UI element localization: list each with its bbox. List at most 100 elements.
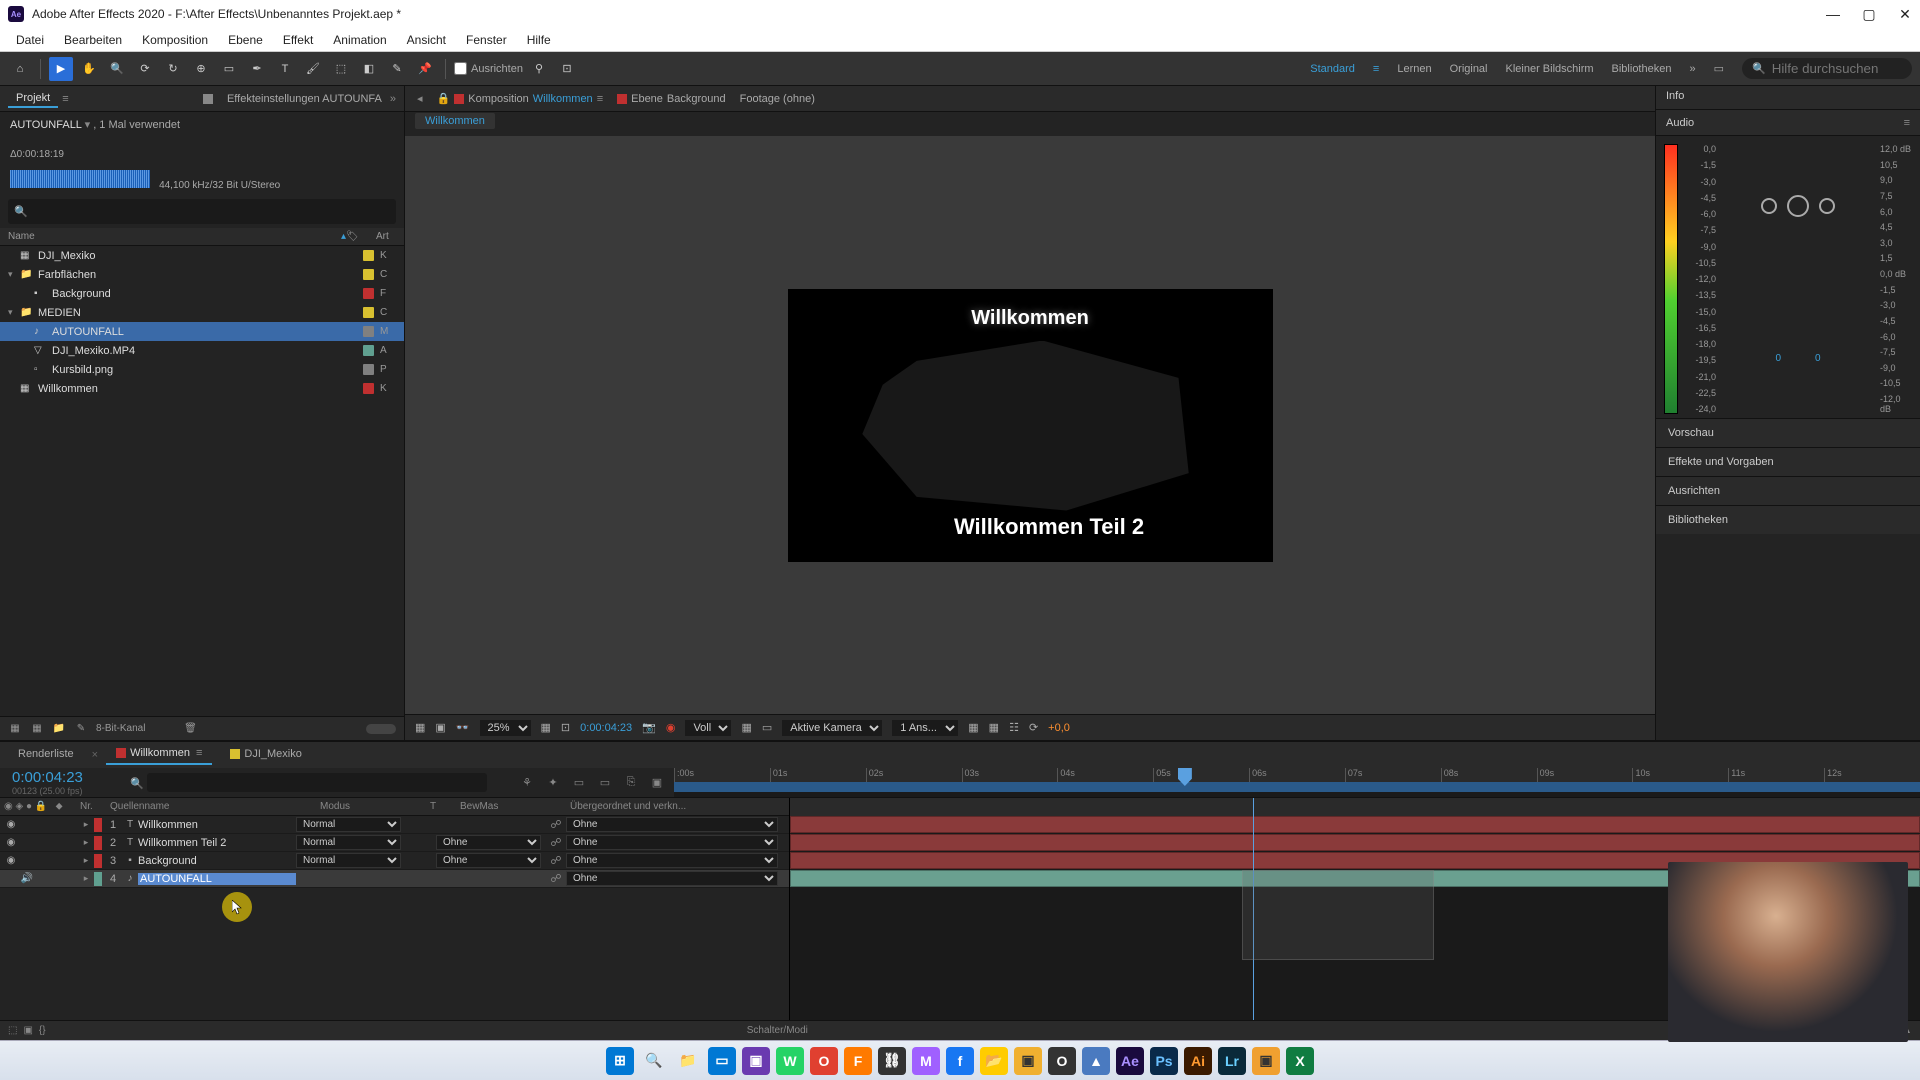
snapshot-icon[interactable]: 📷 bbox=[642, 721, 656, 734]
orbit-tool[interactable]: ⟳ bbox=[133, 57, 157, 81]
brush-tool[interactable]: 🖌 bbox=[301, 57, 325, 81]
panel-section[interactable]: Vorschau bbox=[1656, 418, 1920, 447]
taskbar-icon[interactable]: Ai bbox=[1184, 1047, 1212, 1075]
timeline-comp-tab-other[interactable]: DJI_Mexiko bbox=[220, 746, 311, 764]
workspace-original[interactable]: Original bbox=[1450, 63, 1488, 75]
ruler-tick[interactable]: 04s bbox=[1057, 768, 1153, 782]
menu-fenster[interactable]: Fenster bbox=[456, 31, 517, 49]
mask-icon[interactable]: ▣ bbox=[435, 721, 445, 734]
help-search-input[interactable] bbox=[1772, 61, 1902, 76]
ruler-tick[interactable]: 06s bbox=[1249, 768, 1345, 782]
maximize-button[interactable]: ▢ bbox=[1862, 7, 1876, 21]
col-name-header[interactable]: Name bbox=[8, 231, 341, 242]
audio-knob-right[interactable] bbox=[1819, 198, 1835, 214]
mode-dropdown[interactable]: Normal bbox=[296, 853, 401, 868]
layer-row[interactable]: ◉▸2TWillkommen Teil 2NormalOhne☍Ohne bbox=[0, 834, 789, 852]
tl-footer-icon-2[interactable]: ▣ bbox=[23, 1025, 32, 1036]
tl-icon-6[interactable]: ▣ bbox=[648, 774, 666, 792]
exposure-value[interactable]: +0,0 bbox=[1048, 722, 1070, 734]
parent-dropdown[interactable]: Ohne bbox=[566, 853, 778, 868]
asset-name-dropdown[interactable]: AUTOUNFALL bbox=[10, 119, 82, 131]
layer-row[interactable]: ◉▸3▪BackgroundNormalOhne☍Ohne bbox=[0, 852, 789, 870]
layer-bar[interactable] bbox=[790, 816, 1920, 833]
project-tab[interactable]: Projekt bbox=[8, 90, 58, 108]
menu-ebene[interactable]: Ebene bbox=[218, 31, 273, 49]
taskbar-icon[interactable]: O bbox=[1048, 1047, 1076, 1075]
hand-tool[interactable]: ✋ bbox=[77, 57, 101, 81]
workspace-active[interactable]: Standard bbox=[1310, 63, 1355, 75]
text-tool[interactable]: T bbox=[273, 57, 297, 81]
audio-panel-header[interactable]: Audio bbox=[1666, 117, 1694, 129]
project-item[interactable]: ▾📁FarbflächenC bbox=[0, 265, 404, 284]
menu-komposition[interactable]: Komposition bbox=[132, 31, 218, 49]
col-header-bewmas[interactable]: BewMas bbox=[460, 801, 570, 812]
ruler-tick[interactable]: 07s bbox=[1345, 768, 1441, 782]
workspace-small[interactable]: Kleiner Bildschirm bbox=[1506, 63, 1594, 75]
composition-viewer[interactable]: Willkommen Willkommen Teil 2 bbox=[405, 136, 1655, 714]
interpret-footage-icon[interactable]: ▦ bbox=[8, 722, 22, 736]
workspace-libs[interactable]: Bibliotheken bbox=[1612, 63, 1672, 75]
guides-icon[interactable]: ⊡ bbox=[561, 721, 570, 734]
pen-tool[interactable]: ✒ bbox=[245, 57, 269, 81]
ruler-tick[interactable]: 09s bbox=[1537, 768, 1633, 782]
taskbar-icon[interactable]: 📁 bbox=[674, 1047, 702, 1075]
mode-dropdown[interactable]: Normal bbox=[296, 817, 401, 832]
zoom-dropdown[interactable]: 25% bbox=[480, 720, 531, 736]
audio-knob-left[interactable] bbox=[1761, 198, 1777, 214]
taskbar-icon[interactable]: F bbox=[844, 1047, 872, 1075]
tl-footer-icon-1[interactable]: ⬚ bbox=[8, 1025, 17, 1036]
bit-depth[interactable]: 8-Bit-Kanal bbox=[96, 723, 145, 734]
col-header-nr[interactable]: Nr. bbox=[80, 801, 110, 812]
ruler-tick[interactable]: 11s bbox=[1728, 768, 1824, 782]
ruler-tick[interactable]: 08s bbox=[1441, 768, 1537, 782]
taskbar-icon[interactable]: ▣ bbox=[1014, 1047, 1042, 1075]
info-panel-header[interactable]: Info bbox=[1656, 86, 1920, 110]
taskbar-icon[interactable]: X bbox=[1286, 1047, 1314, 1075]
stamp-tool[interactable]: ⬚ bbox=[329, 57, 353, 81]
taskbar-icon[interactable]: ▲ bbox=[1082, 1047, 1110, 1075]
channel-icon[interactable]: ◉ bbox=[666, 721, 676, 734]
ruler-tick[interactable]: :00s bbox=[674, 768, 770, 782]
viewer-timecode[interactable]: 0:00:04:23 bbox=[580, 722, 632, 734]
project-item[interactable]: ▾📁MEDIENC bbox=[0, 303, 404, 322]
taskbar-icon[interactable]: W bbox=[776, 1047, 804, 1075]
parent-dropdown[interactable]: Ohne bbox=[566, 835, 778, 850]
panel-section[interactable]: Ausrichten bbox=[1656, 476, 1920, 505]
taskbar-icon[interactable]: Lr bbox=[1218, 1047, 1246, 1075]
ruler-tick[interactable]: 01s bbox=[770, 768, 866, 782]
col-header-name[interactable]: Quellenname bbox=[110, 801, 320, 812]
menu-effekt[interactable]: Effekt bbox=[273, 31, 323, 49]
project-item[interactable]: ♪AUTOUNFALLM bbox=[0, 322, 404, 341]
tl-footer-icon-3[interactable]: {} bbox=[39, 1025, 46, 1036]
tl-icon-2[interactable]: ✦ bbox=[544, 774, 562, 792]
comp-viewer-tab[interactable]: 🔒 Komposition Willkommen ≡ bbox=[437, 92, 604, 105]
new-folder-icon[interactable]: 📁 bbox=[52, 722, 66, 736]
taskbar-icon[interactable]: 🔍 bbox=[640, 1047, 668, 1075]
taskbar-icon[interactable]: Ps bbox=[1150, 1047, 1178, 1075]
project-item[interactable]: ▪BackgroundF bbox=[0, 284, 404, 303]
taskbar-icon[interactable]: ▣ bbox=[742, 1047, 770, 1075]
ruler-tick[interactable]: 12s bbox=[1824, 768, 1920, 782]
align-checkbox[interactable] bbox=[454, 62, 467, 75]
col-type-header[interactable]: Art bbox=[376, 231, 396, 242]
timeline-comp-tab-active[interactable]: Willkommen ≡ bbox=[106, 745, 212, 765]
region-icon[interactable]: ▭ bbox=[762, 721, 772, 734]
effect-settings-tab[interactable]: Effekteinstellungen AUTOUNFA bbox=[219, 91, 390, 107]
timeline-search-input[interactable] bbox=[147, 773, 487, 792]
panel-section[interactable]: Effekte und Vorgaben bbox=[1656, 447, 1920, 476]
menu-animation[interactable]: Animation bbox=[323, 31, 396, 49]
parent-dropdown[interactable]: Ohne bbox=[566, 817, 778, 832]
ruler-tick[interactable]: 10s bbox=[1632, 768, 1728, 782]
tl-icon-3[interactable]: ▭ bbox=[570, 774, 588, 792]
menu-hilfe[interactable]: Hilfe bbox=[517, 31, 561, 49]
puppet-tool[interactable]: 📌 bbox=[413, 57, 437, 81]
taskbar-icon[interactable]: ▭ bbox=[708, 1047, 736, 1075]
layer-bar[interactable] bbox=[790, 834, 1920, 851]
ruler-tick[interactable]: 02s bbox=[866, 768, 962, 782]
home-icon[interactable]: ⌂ bbox=[8, 57, 32, 81]
glasses-icon[interactable]: 👓 bbox=[456, 721, 470, 734]
close-button[interactable]: ✕ bbox=[1898, 7, 1912, 21]
audio-knob-master[interactable] bbox=[1787, 195, 1809, 217]
project-item[interactable]: ▦DJI_MexikoK bbox=[0, 246, 404, 265]
snap-icon[interactable]: ⚲ bbox=[527, 57, 551, 81]
